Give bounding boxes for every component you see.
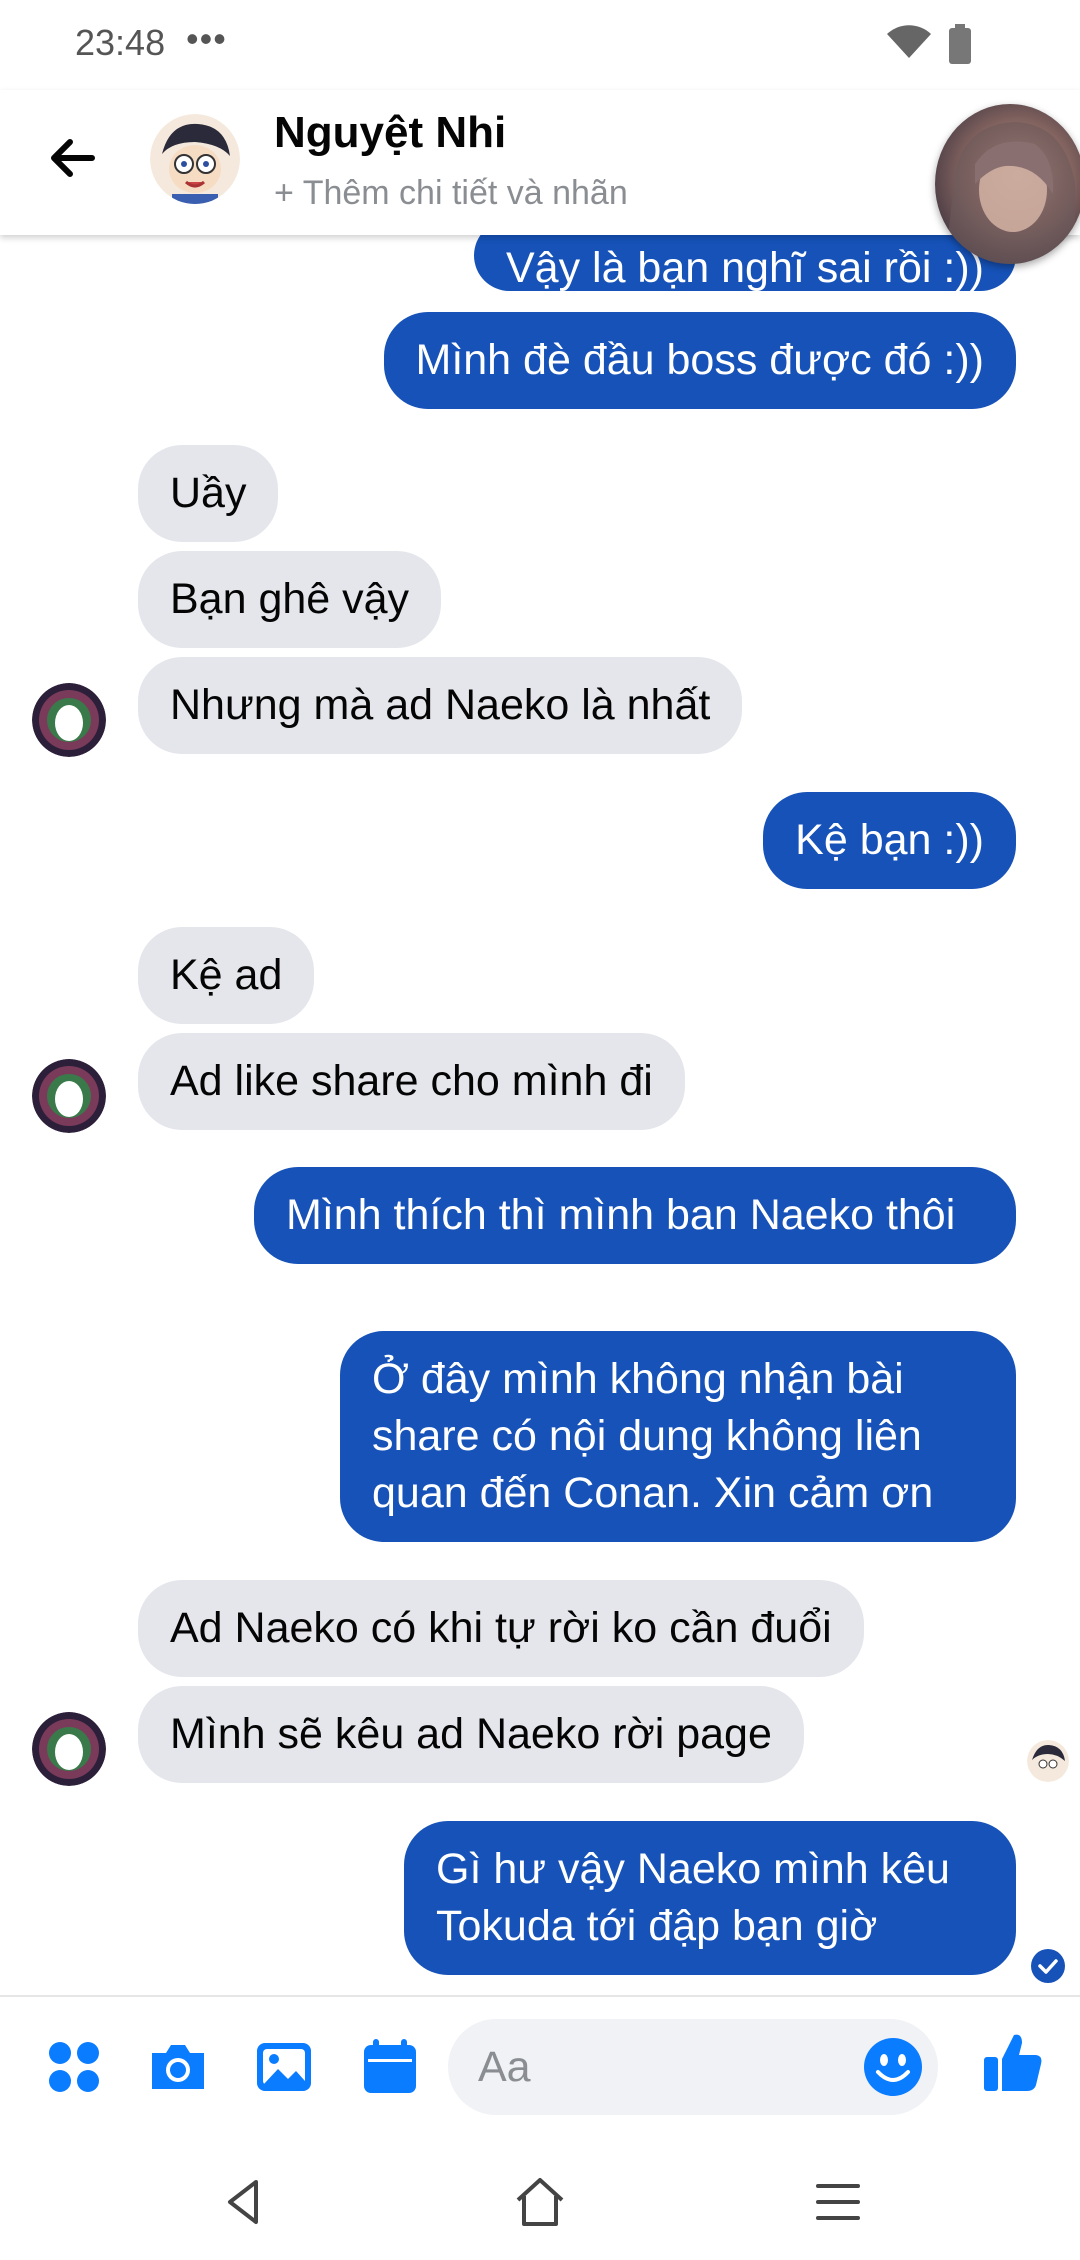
conversation-header: Nguyệt Nhi + Thêm chi tiết và nhãn xyxy=(0,90,1080,235)
message-bubble-incoming[interactable]: Ad Naeko có khi tự rời ko cần đuổi xyxy=(138,1580,864,1677)
apps-menu-icon[interactable] xyxy=(42,2035,106,2099)
contact-avatar[interactable] xyxy=(150,114,240,204)
add-details-link[interactable]: + Thêm chi tiết và nhãn xyxy=(274,174,628,213)
message-bubble-outgoing[interactable]: Ở đây mình không nhận bài share có nội d… xyxy=(340,1331,1016,1542)
emoji-icon[interactable] xyxy=(862,2036,924,2098)
status-more-dots: ••• xyxy=(186,18,227,59)
camera-icon[interactable] xyxy=(146,2035,210,2099)
message-thread[interactable]: Vậy là bạn nghĩ sai rồi :)) Mình đè đầu … xyxy=(0,235,1080,1995)
battery-icon xyxy=(949,24,971,64)
calendar-icon[interactable] xyxy=(358,2035,422,2099)
status-bar: 23:48 ••• xyxy=(0,0,1080,90)
message-bubble-outgoing[interactable]: Kệ bạn :)) xyxy=(763,792,1016,889)
nav-home-icon[interactable] xyxy=(508,2170,572,2234)
message-input[interactable] xyxy=(478,2037,838,2097)
message-bubble-incoming[interactable]: Ad like share cho mình đi xyxy=(138,1033,685,1130)
nav-back-icon[interactable] xyxy=(212,2170,276,2234)
gallery-icon[interactable] xyxy=(252,2035,316,2099)
sender-avatar[interactable] xyxy=(32,683,106,757)
status-time: 23:48 xyxy=(75,22,166,63)
system-navigation-bar xyxy=(0,2140,1080,2260)
message-bubble-incoming[interactable]: Kệ ad xyxy=(138,927,315,1024)
message-bubble-incoming[interactable]: Uầy xyxy=(138,445,279,542)
sent-check-icon xyxy=(1031,1949,1065,1983)
message-bubble-outgoing[interactable]: Vậy là bạn nghĩ sai rồi :)) xyxy=(473,235,1016,292)
nav-menu-icon[interactable] xyxy=(806,2170,870,2234)
wifi-icon xyxy=(887,25,931,58)
contact-name[interactable]: Nguyệt Nhi xyxy=(274,108,506,158)
message-bubble-incoming[interactable]: Mình sẽ kêu ad Naeko rời page xyxy=(138,1686,804,1783)
seen-by-avatar xyxy=(1027,1740,1069,1782)
sender-avatar[interactable] xyxy=(32,1059,106,1133)
message-bubble-outgoing[interactable]: Gì hư vậy Naeko mình kêu Tokuda tới đập … xyxy=(404,1821,1016,1975)
message-bubble-outgoing[interactable]: Mình đè đầu boss được đó :)) xyxy=(383,312,1016,409)
message-input-container[interactable] xyxy=(448,2019,938,2115)
like-thumbs-up-icon[interactable] xyxy=(980,2029,1046,2095)
back-arrow-icon[interactable] xyxy=(44,130,100,186)
message-bubble-outgoing[interactable]: Mình thích thì mình ban Naeko thôi xyxy=(254,1167,1016,1264)
message-bubble-incoming[interactable]: Bạn ghê vậy xyxy=(138,551,442,648)
floating-chat-head[interactable] xyxy=(935,104,1080,264)
message-composer xyxy=(0,1995,1080,2140)
sender-avatar[interactable] xyxy=(32,1712,106,1786)
message-bubble-incoming[interactable]: Nhưng mà ad Naeko là nhất xyxy=(138,657,743,754)
